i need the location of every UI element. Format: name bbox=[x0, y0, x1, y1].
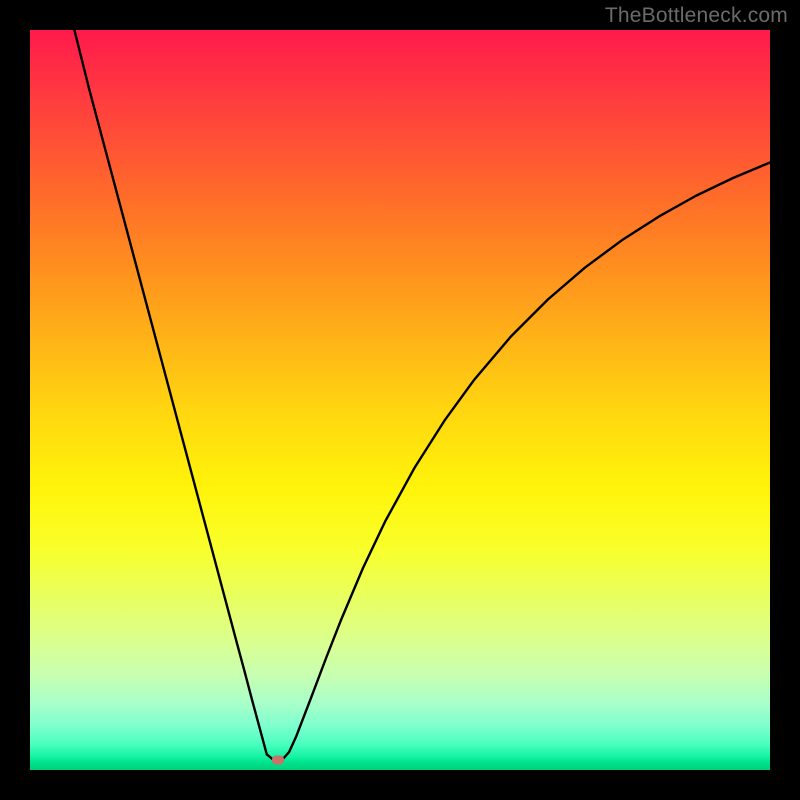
watermark-text: TheBottleneck.com bbox=[605, 4, 788, 28]
plot-area bbox=[30, 30, 770, 770]
bottleneck-curve-path bbox=[74, 30, 770, 760]
valley-marker bbox=[272, 756, 284, 765]
chart-frame: TheBottleneck.com bbox=[0, 0, 800, 800]
curve-svg bbox=[30, 30, 770, 770]
